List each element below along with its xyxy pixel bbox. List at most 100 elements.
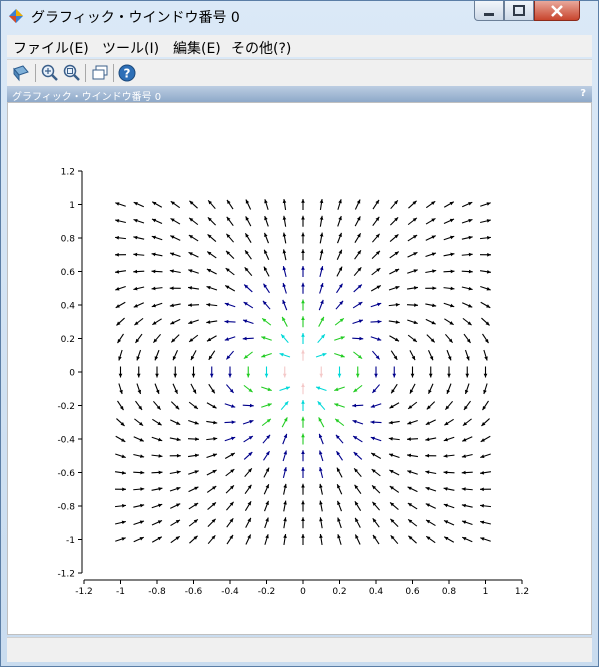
field-arrow xyxy=(136,366,141,378)
field-arrow xyxy=(282,467,287,478)
menu-file[interactable]: ファイル(E) xyxy=(13,38,89,58)
field-arrow xyxy=(462,436,473,442)
field-arrow xyxy=(388,302,400,307)
field-arrow xyxy=(425,252,437,258)
field-arrow xyxy=(337,199,342,210)
field-arrow xyxy=(118,366,123,378)
field-arrow xyxy=(425,200,436,209)
field-arrow xyxy=(114,252,127,257)
field-arrow xyxy=(188,334,199,343)
field-arrow xyxy=(481,418,490,427)
windows-icon[interactable] xyxy=(90,63,110,83)
field-arrow xyxy=(151,201,163,208)
field-arrow xyxy=(465,366,470,378)
field-arrow xyxy=(301,400,305,411)
field-arrow xyxy=(315,352,327,358)
field-arrow xyxy=(425,269,437,274)
field-arrow xyxy=(115,453,126,459)
field-arrow xyxy=(135,400,143,411)
field-arrow xyxy=(461,503,473,508)
field-arrow xyxy=(461,470,473,475)
field-arrow xyxy=(116,418,125,427)
field-arrow xyxy=(188,486,199,493)
field-arrow xyxy=(281,417,288,428)
field-arrow xyxy=(354,233,362,243)
field-arrow xyxy=(115,202,126,207)
field-arrow xyxy=(116,317,125,326)
panel-help-icon[interactable]: ? xyxy=(580,88,586,99)
field-arrow xyxy=(425,286,437,291)
field-arrow xyxy=(318,299,324,311)
field-arrow xyxy=(334,336,345,341)
y-tick-label: -0.4 xyxy=(57,436,75,446)
field-arrow xyxy=(353,384,363,393)
field-arrow xyxy=(114,269,127,274)
field-arrow xyxy=(206,453,218,459)
field-arrow xyxy=(170,318,181,325)
field-arrow xyxy=(262,434,271,444)
field-arrow xyxy=(206,302,218,307)
field-arrow xyxy=(264,199,269,210)
field-arrow xyxy=(443,201,455,208)
field-arrow xyxy=(153,333,161,344)
field-arrow xyxy=(370,403,382,408)
field-arrow xyxy=(224,319,236,324)
field-arrow xyxy=(245,534,252,545)
plot-canvas[interactable]: -1.2 -1 -0.8 -0.6 -0.4 -0.2 0 0.2 0.4 0.6 0.8 1 1.2 -… xyxy=(7,102,592,635)
close-button[interactable] xyxy=(534,1,580,21)
field-arrow xyxy=(479,269,492,274)
field-arrow xyxy=(443,269,455,274)
field-arrow xyxy=(151,454,163,458)
y-tick-label: 1 xyxy=(69,201,75,211)
help-icon[interactable]: ? xyxy=(117,63,137,83)
menu-tools[interactable]: ツール(I) xyxy=(102,38,159,58)
field-arrow xyxy=(389,234,399,242)
field-arrow xyxy=(388,420,400,425)
field-arrow xyxy=(136,383,142,395)
field-arrow xyxy=(115,435,126,443)
field-arrow xyxy=(425,486,437,492)
field-arrow xyxy=(370,452,382,459)
menu-edit[interactable]: 編集(E) xyxy=(173,38,221,58)
minimize-button[interactable] xyxy=(474,1,504,21)
field-arrow xyxy=(224,420,236,424)
field-arrow xyxy=(133,487,145,491)
scilab-app-icon xyxy=(9,9,23,23)
field-arrow xyxy=(189,200,198,209)
field-arrow xyxy=(208,350,216,361)
x-tick-label: -0.8 xyxy=(148,587,166,597)
field-arrow xyxy=(226,199,234,210)
field-arrow xyxy=(169,486,181,492)
y-tick-label: -0.2 xyxy=(57,402,75,412)
field-arrow xyxy=(407,502,418,510)
field-arrow xyxy=(115,520,126,525)
field-arrow xyxy=(337,517,342,529)
field-arrow xyxy=(334,386,345,392)
field-arrow xyxy=(334,418,345,427)
field-arrow xyxy=(169,303,181,308)
zoom-reset-icon[interactable] xyxy=(62,63,82,83)
field-arrow xyxy=(243,451,253,460)
field-arrow xyxy=(282,366,287,378)
field-arrow xyxy=(407,518,418,527)
zoom-in-icon[interactable] xyxy=(40,63,60,83)
field-arrow xyxy=(133,286,145,291)
field-arrow xyxy=(461,201,473,208)
field-arrow xyxy=(425,519,436,527)
x-tick-label: 0.8 xyxy=(442,587,457,597)
maximize-button[interactable] xyxy=(504,1,534,21)
graphic-window: グラフィック・ウインドウ番号 0 ファイル(E) ツール(I) 編集(E) その… xyxy=(0,0,599,667)
field-arrow xyxy=(283,517,287,529)
field-arrow xyxy=(206,320,218,324)
rotate-icon[interactable] xyxy=(11,63,31,83)
field-arrow xyxy=(443,519,455,526)
menu-other[interactable]: その他(?) xyxy=(231,38,291,58)
field-arrow xyxy=(261,403,272,408)
field-arrow xyxy=(244,467,253,478)
field-arrow xyxy=(242,403,254,408)
field-arrow xyxy=(133,536,145,543)
field-arrow xyxy=(301,433,305,445)
field-arrow xyxy=(226,233,234,243)
field-arrow xyxy=(151,503,163,509)
title-bar[interactable]: グラフィック・ウインドウ番号 0 xyxy=(1,1,598,31)
